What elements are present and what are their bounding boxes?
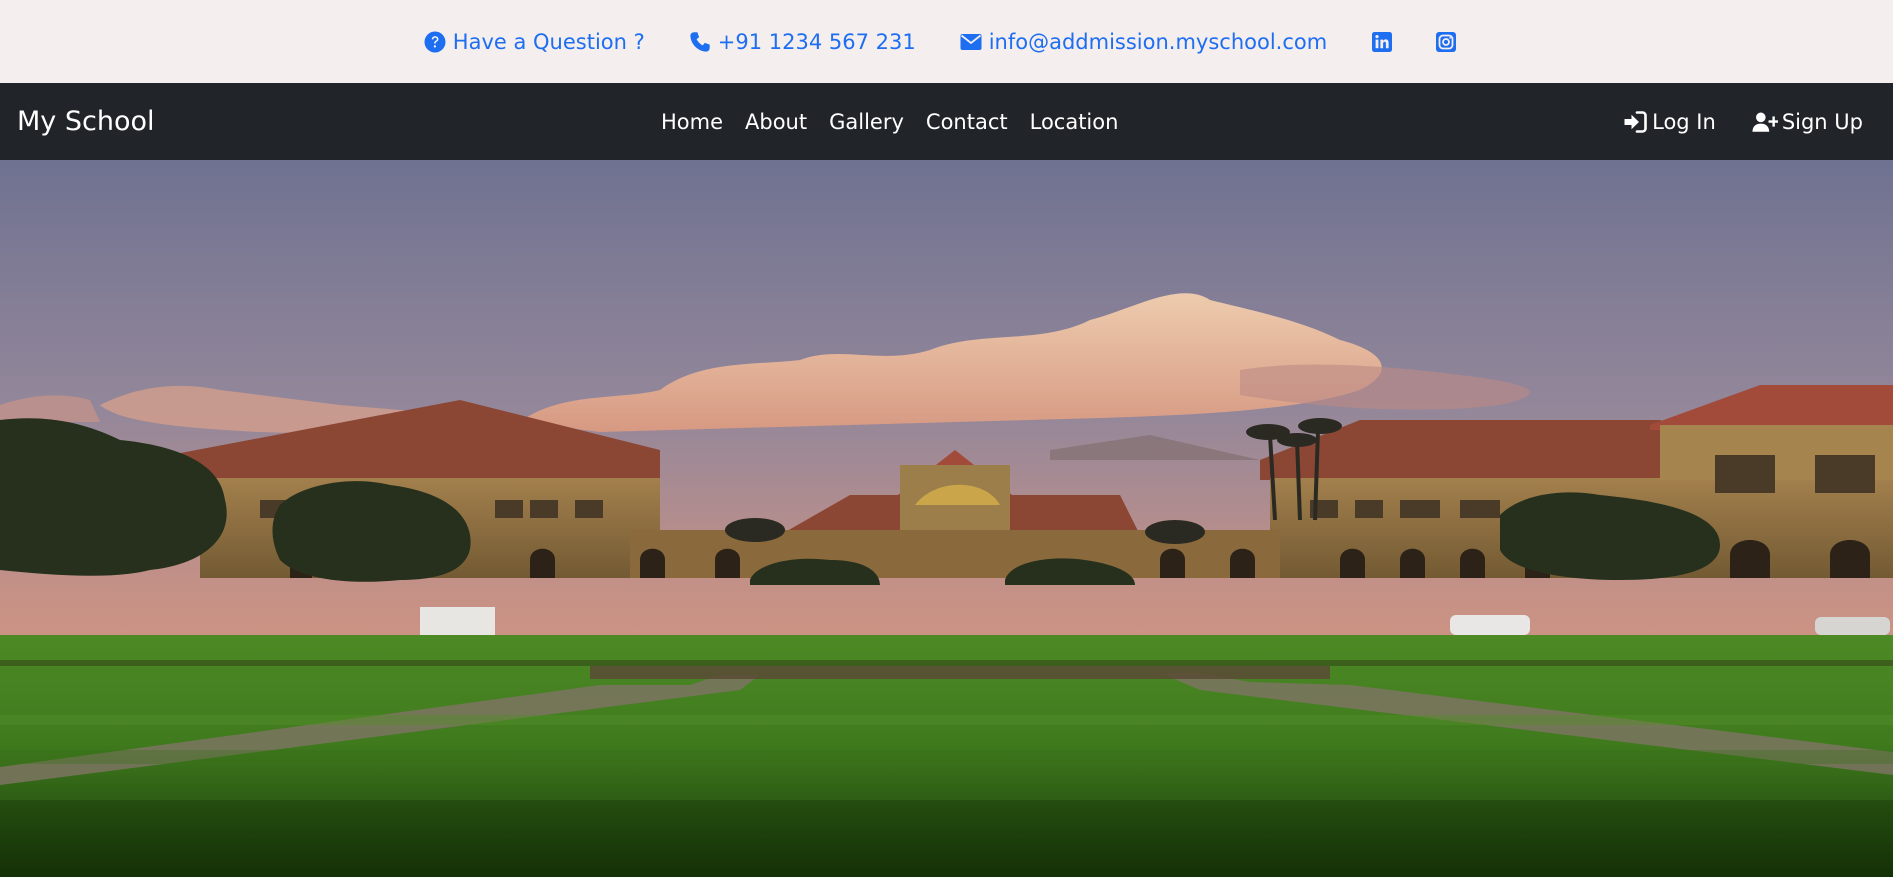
instagram-icon <box>1434 30 1458 54</box>
email-address: info@addmission.myschool.com <box>988 29 1328 54</box>
login-button[interactable]: Log In <box>1622 110 1716 134</box>
have-a-question-link[interactable]: Have a Question ? <box>423 30 645 54</box>
nav-link-about[interactable]: About <box>745 110 807 134</box>
contact-bar: Have a Question ? +91 1234 567 231 info@… <box>0 0 1893 83</box>
signup-button[interactable]: Sign Up <box>1752 110 1863 134</box>
auth-links: Log In Sign Up <box>1586 83 1863 160</box>
contact-bar-items: Have a Question ? +91 1234 567 231 info@… <box>423 30 1458 54</box>
nav-link-home[interactable]: Home <box>661 110 723 134</box>
phone-number: +91 1234 567 231 <box>717 29 916 54</box>
nav-link-location[interactable]: Location <box>1030 110 1119 134</box>
instagram-link[interactable] <box>1434 30 1458 54</box>
nav-link-gallery[interactable]: Gallery <box>829 110 904 134</box>
linkedin-link[interactable] <box>1370 30 1394 54</box>
have-a-question-label: Have a Question ? <box>452 29 645 54</box>
envelope-icon <box>959 30 983 54</box>
phone-link[interactable]: +91 1234 567 231 <box>688 30 916 54</box>
main-navbar: My School Home About Gallery Contact Loc… <box>0 83 1893 160</box>
email-link[interactable]: info@addmission.myschool.com <box>959 29 1328 54</box>
signup-label: Sign Up <box>1781 109 1863 134</box>
campus-photo <box>0 160 1893 877</box>
brand-logo-text[interactable]: My School <box>17 83 155 160</box>
phone-icon <box>688 30 712 54</box>
linkedin-icon <box>1370 30 1394 54</box>
sign-in-icon <box>1622 110 1648 134</box>
question-circle-icon <box>423 30 447 54</box>
user-plus-icon <box>1752 110 1778 134</box>
hero-campus-image <box>0 160 1893 877</box>
nav-links: Home About Gallery Contact Location <box>661 83 1118 160</box>
login-label: Log In <box>1652 109 1716 134</box>
nav-link-contact[interactable]: Contact <box>926 110 1008 134</box>
